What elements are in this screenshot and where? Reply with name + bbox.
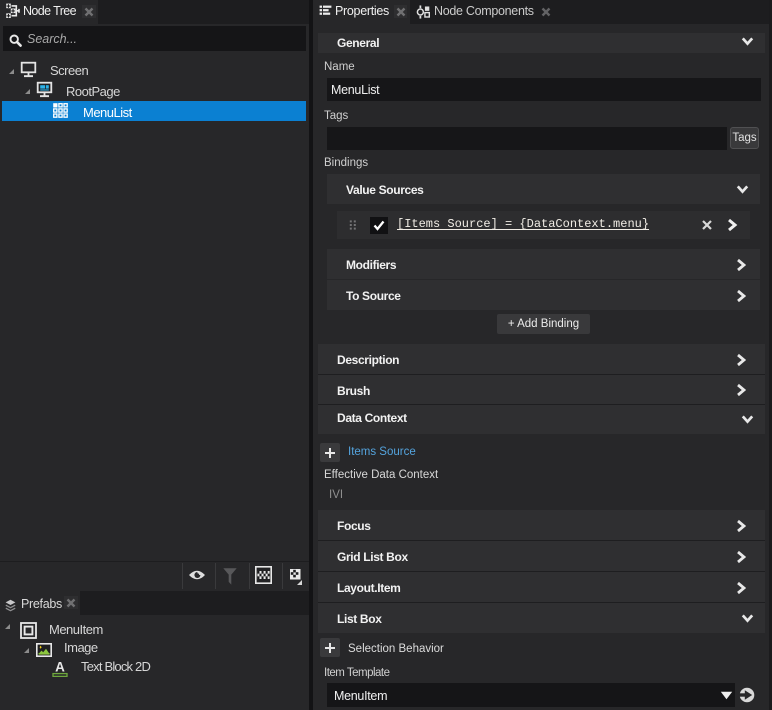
svg-text:A: A [55,660,65,675]
